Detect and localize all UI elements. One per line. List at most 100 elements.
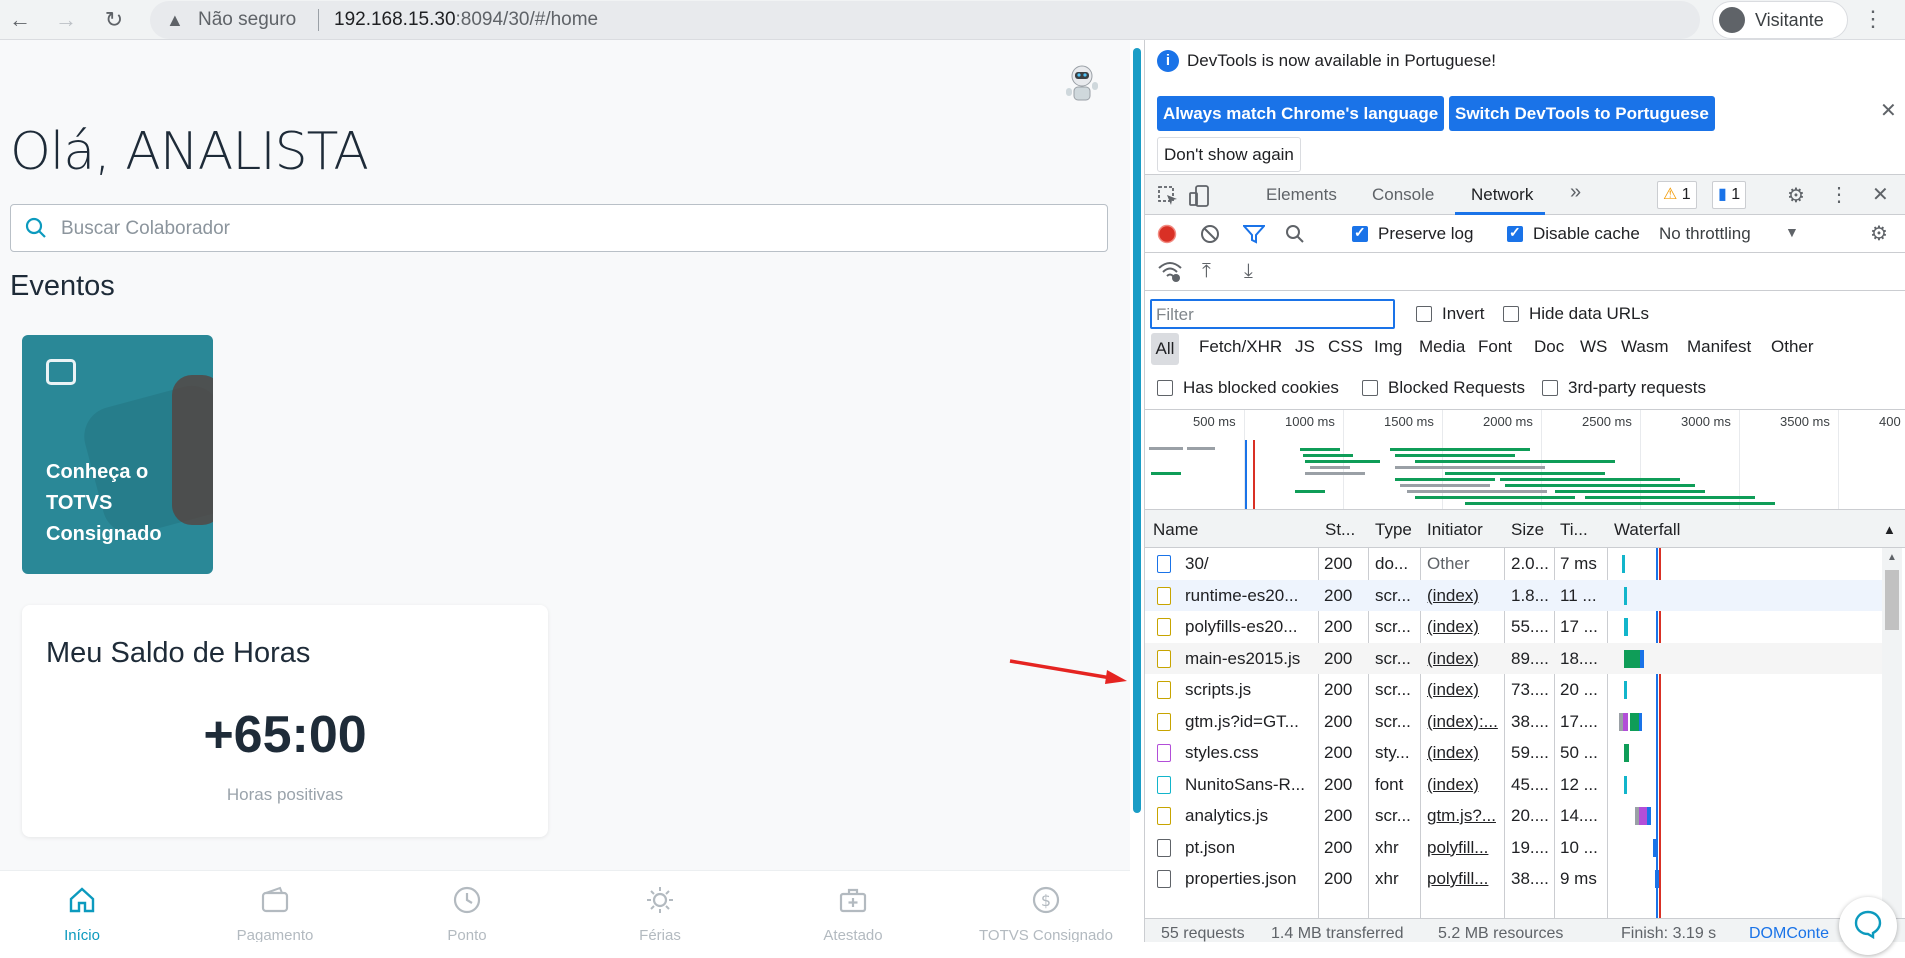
invert-checkbox[interactable] (1416, 306, 1432, 322)
profile-button[interactable]: Visitante (1712, 1, 1848, 39)
nav-tab-ferias[interactable]: Férias (565, 871, 755, 942)
waterfall-bar (1624, 586, 1627, 605)
close-icon[interactable]: ✕ (1880, 98, 1897, 123)
page-scrollbar[interactable] (1133, 48, 1141, 813)
match-language-button[interactable]: Always match Chrome's language (1157, 96, 1445, 131)
blocked-cookies-checkbox[interactable] (1157, 380, 1173, 396)
more-tabs-icon[interactable]: » (1570, 181, 1581, 204)
tab-network[interactable]: Network (1471, 185, 1533, 205)
request-initiator[interactable]: (index) (1427, 680, 1503, 700)
table-row[interactable]: NunitoSans-R... 200 font (index) 45.... … (1145, 769, 1885, 801)
nav-tab-atestado[interactable]: Atestado (758, 871, 948, 942)
column-name[interactable]: Name (1153, 520, 1198, 540)
request-initiator[interactable]: (index) (1427, 586, 1503, 606)
forward-arrow-icon[interactable]: → (52, 6, 80, 34)
blocked-requests-checkbox[interactable] (1362, 380, 1378, 396)
network-conditions-icon[interactable] (1157, 261, 1183, 283)
type-filter-img[interactable]: Img (1374, 337, 1402, 357)
type-filter-wasm[interactable]: Wasm (1621, 337, 1669, 357)
record-icon[interactable] (1157, 224, 1177, 244)
type-filter-media[interactable]: Media (1419, 337, 1465, 357)
network-overview-timeline[interactable]: 500 ms 1000 ms 1500 ms 2000 ms 2500 ms 3… (1145, 410, 1905, 510)
medical-kit-icon (839, 888, 867, 913)
messages-badge[interactable]: ▮ 1 (1712, 181, 1747, 209)
column-type[interactable]: Type (1375, 520, 1412, 540)
tab-console[interactable]: Console (1372, 185, 1434, 205)
type-filter-fetch[interactable]: Fetch/XHR (1199, 337, 1282, 357)
request-initiator[interactable]: polyfill... (1427, 838, 1503, 858)
request-initiator[interactable]: polyfill... (1427, 869, 1503, 889)
type-filter-manifest[interactable]: Manifest (1687, 337, 1751, 357)
request-initiator[interactable]: (index) (1427, 649, 1503, 669)
search-input[interactable]: Buscar Colaborador (10, 204, 1108, 252)
waterfall-bar (1639, 807, 1647, 825)
request-initiator[interactable]: (index) (1427, 743, 1503, 763)
settings-gear-icon[interactable]: ⚙ (1787, 183, 1805, 208)
tab-elements[interactable]: Elements (1266, 185, 1337, 205)
chevron-down-icon[interactable]: ▼ (1785, 224, 1799, 240)
switch-portuguese-button[interactable]: Switch DevTools to Portuguese (1449, 96, 1715, 131)
column-time[interactable]: Ti... (1560, 520, 1588, 540)
search-icon[interactable] (1285, 224, 1305, 244)
table-row[interactable]: scripts.js 200 scr... (index) 73.... 20 … (1145, 674, 1885, 706)
nav-tab-ponto[interactable]: Ponto (372, 871, 562, 942)
type-filter-all[interactable]: All (1151, 333, 1179, 365)
column-waterfall[interactable]: Waterfall (1614, 520, 1680, 540)
nav-tab-consignado[interactable]: $ TOTVS Consignado (951, 871, 1130, 942)
type-filter-font[interactable]: Font (1478, 337, 1512, 357)
device-toolbar-icon[interactable] (1188, 184, 1212, 208)
disable-cache-checkbox[interactable] (1507, 224, 1523, 242)
reload-icon[interactable]: ↻ (100, 6, 128, 34)
devtools-menu-icon[interactable]: ⋮ (1829, 182, 1849, 207)
table-row[interactable]: main-es2015.js 200 scr... (index) 89....… (1145, 642, 1885, 674)
chrome-menu-icon[interactable]: ⋮ (1862, 6, 1884, 32)
nav-tab-inicio[interactable]: Início (0, 871, 177, 942)
back-arrow-icon[interactable]: ← (6, 6, 34, 34)
warnings-badge[interactable]: ⚠ 1 (1657, 181, 1697, 209)
address-bar[interactable]: ▲ Não seguro 192.168.15.30:8094/30/#/hom… (150, 1, 1700, 39)
type-filter-js[interactable]: JS (1295, 337, 1315, 357)
type-filter-doc[interactable]: Doc (1534, 337, 1564, 357)
scroll-thumb[interactable] (1885, 570, 1899, 630)
column-size[interactable]: Size (1511, 520, 1544, 540)
event-card-consignado[interactable]: Conheça o TOTVS Consignado (22, 335, 213, 574)
table-row[interactable]: polyfills-es20... 200 scr... (index) 55.… (1145, 611, 1885, 643)
table-row[interactable]: 30/ 200 do... Other 2.0... 7 ms (1145, 548, 1885, 580)
filter-funnel-icon[interactable] (1243, 224, 1265, 244)
table-row[interactable]: properties.json 200 xhr polyfill... 38..… (1145, 863, 1885, 895)
scroll-up-icon[interactable]: ▲ (1887, 552, 1897, 563)
home-icon (69, 887, 95, 913)
close-devtools-icon[interactable]: ✕ (1872, 182, 1889, 207)
table-row[interactable]: pt.json 200 xhr polyfill... 19.... 10 ..… (1145, 832, 1885, 864)
export-har-icon[interactable]: ⤓ (1244, 260, 1253, 283)
dont-show-again-button[interactable]: Don't show again (1157, 137, 1301, 172)
clear-icon[interactable] (1200, 224, 1220, 244)
type-filter-other[interactable]: Other (1771, 337, 1814, 357)
table-row[interactable]: analytics.js 200 scr... gtm.js?... 20...… (1145, 800, 1885, 832)
hide-data-urls-checkbox[interactable] (1503, 306, 1519, 322)
preserve-log-checkbox[interactable] (1352, 224, 1368, 242)
request-initiator[interactable]: (index):... (1427, 712, 1503, 732)
table-row[interactable]: styles.css 200 sty... (index) 59.... 50 … (1145, 737, 1885, 769)
third-party-checkbox[interactable] (1542, 380, 1558, 396)
type-filter-css[interactable]: CSS (1328, 337, 1363, 357)
table-row[interactable]: runtime-es20... 200 scr... (index) 1.8..… (1145, 579, 1885, 611)
type-filter-ws[interactable]: WS (1580, 337, 1607, 357)
request-initiator[interactable]: gtm.js?... (1427, 806, 1503, 826)
network-settings-gear-icon[interactable]: ⚙ (1870, 221, 1888, 246)
table-row[interactable]: gtm.js?id=GT... 200 scr... (index):... 3… (1145, 706, 1885, 738)
request-initiator[interactable]: (index) (1427, 617, 1503, 637)
blocked-requests-label: Blocked Requests (1388, 378, 1526, 397)
throttling-select[interactable]: No throttling (1659, 224, 1751, 244)
nav-tab-pagamento[interactable]: Pagamento (180, 871, 370, 942)
chat-help-button[interactable] (1839, 897, 1897, 955)
request-initiator[interactable]: (index) (1427, 775, 1503, 795)
filter-input[interactable]: Filter (1150, 299, 1395, 329)
sort-up-icon[interactable]: ▲ (1883, 522, 1896, 537)
import-har-icon[interactable]: ⤒ (1202, 260, 1211, 283)
robot-avatar-icon[interactable] (1060, 60, 1104, 104)
inspect-element-icon[interactable] (1157, 185, 1179, 207)
table-scrollbar[interactable]: ▲ (1882, 548, 1902, 918)
column-status[interactable]: St... (1325, 520, 1355, 540)
column-initiator[interactable]: Initiator (1427, 520, 1483, 540)
